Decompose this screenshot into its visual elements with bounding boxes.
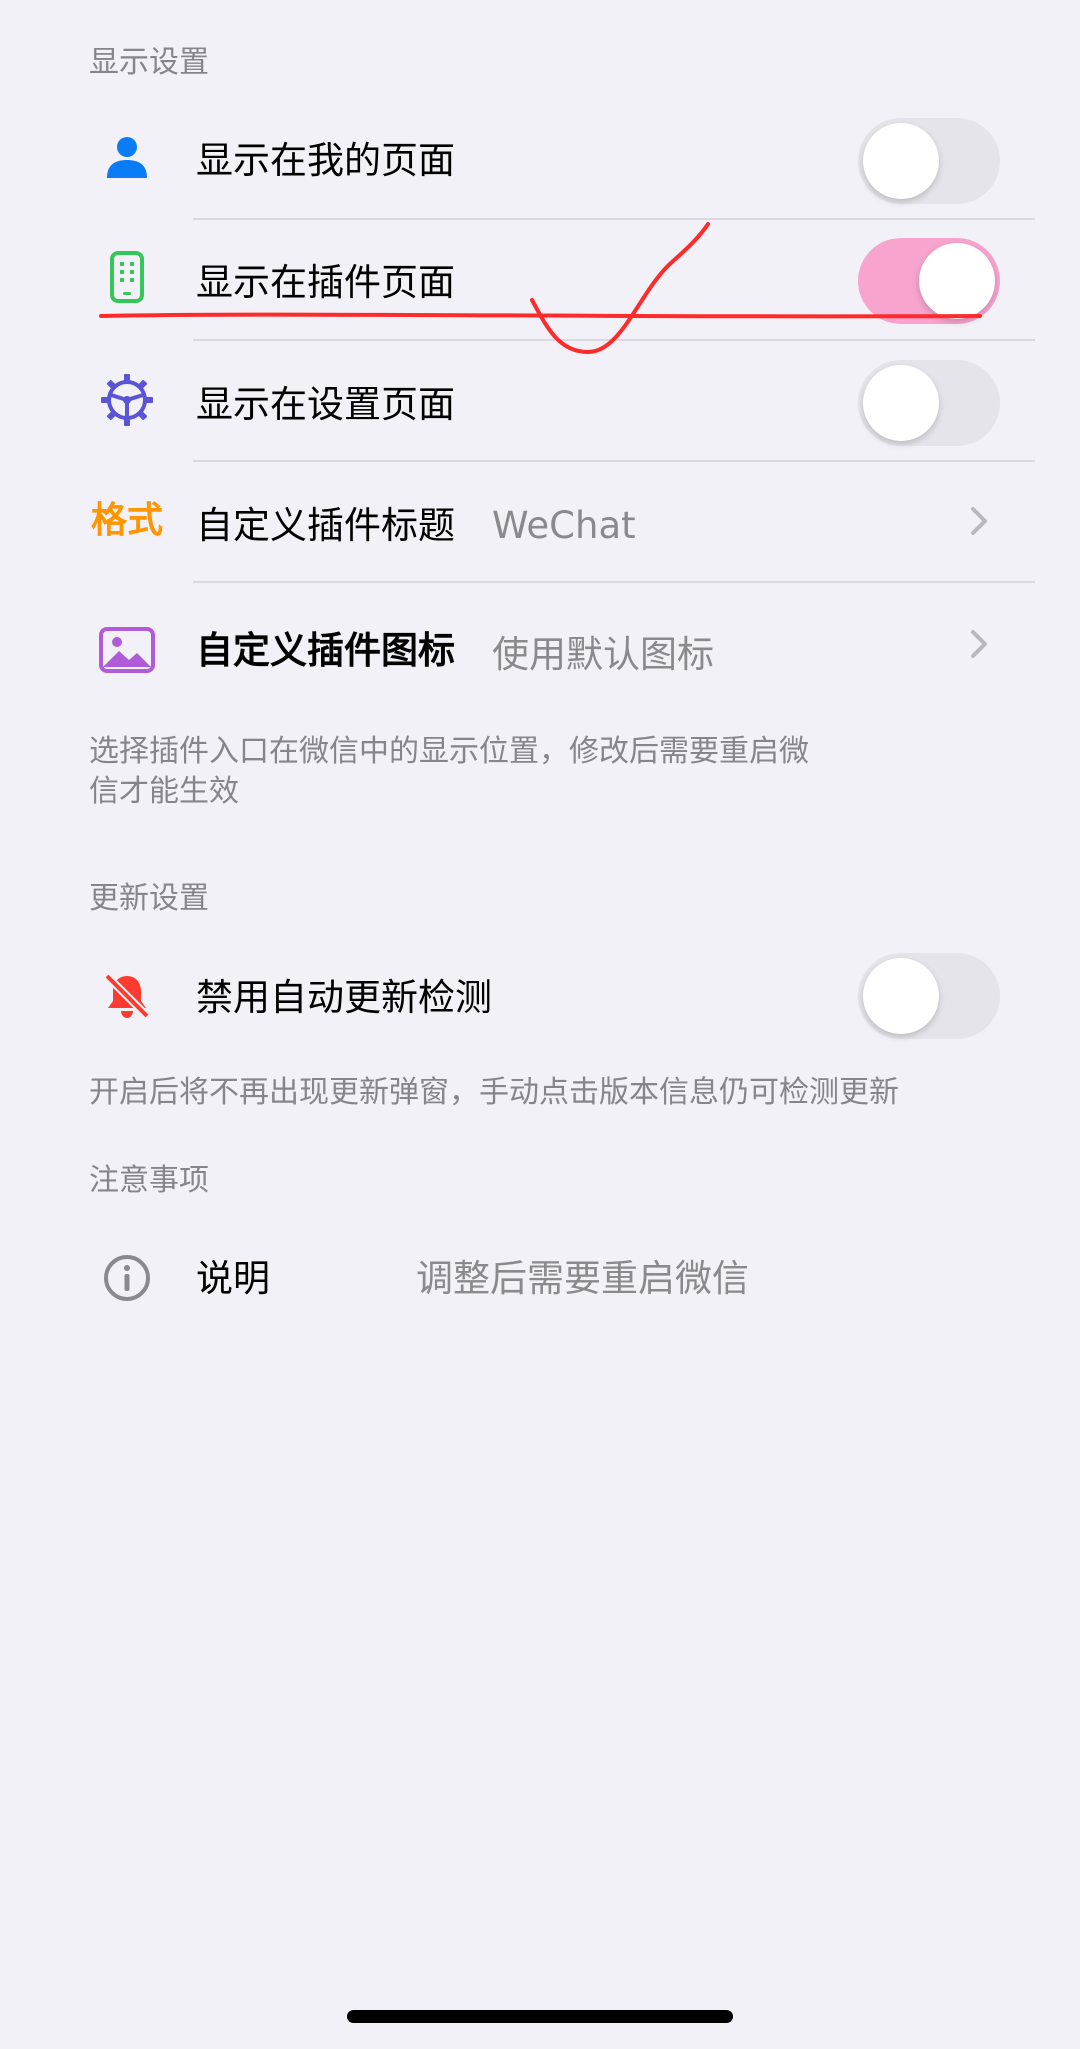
toggle-knob xyxy=(863,365,939,441)
display-settings-footer: 选择插件入口在微信中的显示位置，修改后需要重启微 信才能生效 xyxy=(89,732,909,812)
row-label: 显示在我的页面 xyxy=(196,139,455,182)
row-label: 说明 xyxy=(196,1257,270,1300)
toggle-knob xyxy=(863,123,939,199)
phone-icon xyxy=(95,245,159,309)
row-label: 自定义插件图标 xyxy=(196,629,455,672)
toggle-knob xyxy=(863,958,939,1034)
format-icon-text: 格式 xyxy=(90,500,163,541)
plugin-icon-value: 使用默认图标 xyxy=(492,633,714,676)
row-show-on-settings-page[interactable]: 显示在设置页面 xyxy=(0,340,1080,460)
bell-slash-icon xyxy=(95,964,159,1028)
info-circle-icon xyxy=(95,1246,159,1310)
toggle-disable-auto-update[interactable] xyxy=(858,953,1000,1039)
home-indicator[interactable] xyxy=(347,2010,733,2023)
chevron-right-icon xyxy=(971,507,987,535)
section-header-notes: 注意事项 xyxy=(89,1163,209,1198)
format-text-icon: 格式 xyxy=(88,489,166,553)
section-header-update: 更新设置 xyxy=(89,881,209,916)
row-show-on-plugin-page[interactable]: 显示在插件页面 xyxy=(0,219,1080,339)
photo-icon xyxy=(95,618,159,682)
plugin-title-value: WeChat xyxy=(492,504,636,547)
row-custom-plugin-title[interactable]: 格式 自定义插件标题 WeChat xyxy=(0,461,1080,581)
section-header-display: 显示设置 xyxy=(89,45,209,80)
toggle-knob xyxy=(919,243,995,319)
chevron-right-icon xyxy=(971,630,987,658)
row-label: 显示在设置页面 xyxy=(196,383,455,426)
person-icon xyxy=(95,125,159,189)
row-custom-plugin-icon[interactable]: 自定义插件图标 使用默认图标 xyxy=(0,582,1080,718)
toggle-show-on-plugin-page[interactable] xyxy=(858,238,1000,324)
row-label: 显示在插件页面 xyxy=(196,261,455,304)
toggle-show-on-settings-page[interactable] xyxy=(858,360,1000,446)
row-disable-auto-update[interactable]: 禁用自动更新检测 xyxy=(0,934,1080,1058)
footer-line: 选择插件入口在微信中的显示位置，修改后需要重启微 xyxy=(89,734,809,769)
update-settings-footer: 开启后将不再出现更新弹窗，手动点击版本信息仍可检测更新 xyxy=(89,1075,899,1110)
row-show-on-me-page[interactable]: 显示在我的页面 xyxy=(0,96,1080,218)
row-label: 自定义插件标题 xyxy=(196,504,455,547)
row-notes-info[interactable]: 说明 调整后需要重启微信 xyxy=(0,1222,1080,1332)
notes-value: 调整后需要重启微信 xyxy=(416,1257,749,1300)
row-label: 禁用自动更新检测 xyxy=(196,976,492,1019)
footer-line: 信才能生效 xyxy=(89,774,239,809)
toggle-show-on-me-page[interactable] xyxy=(858,118,1000,204)
steering-wheel-gear-icon xyxy=(95,368,159,432)
